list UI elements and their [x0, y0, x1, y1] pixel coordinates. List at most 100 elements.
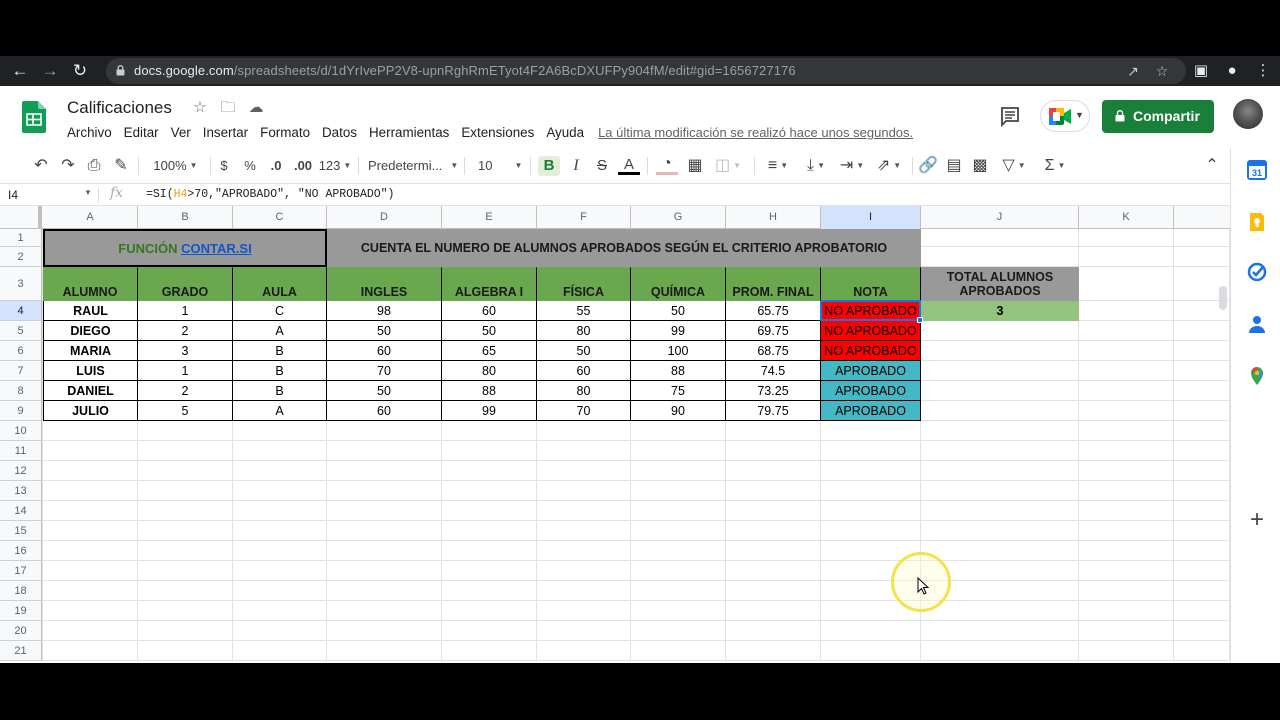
data-cell[interactable]: 1 [138, 301, 233, 321]
share-button[interactable]: Compartir [1102, 100, 1214, 133]
user-avatar[interactable] [1233, 99, 1263, 129]
filter-icon[interactable]: ▽ ▼ [997, 156, 1031, 176]
comment-history-icon[interactable] [999, 105, 1021, 127]
row-header-20[interactable]: 20 [0, 621, 42, 641]
data-cell[interactable]: 80 [537, 381, 631, 401]
row-header-4[interactable]: 4 [0, 301, 42, 321]
row-header-21[interactable]: 21 [0, 641, 42, 661]
menu-ver[interactable]: Ver [165, 124, 197, 142]
data-cell[interactable]: 98 [327, 301, 442, 321]
percent-button[interactable]: % [241, 156, 259, 176]
maps-icon[interactable] [1247, 366, 1267, 386]
side-panel-toggle-icon[interactable]: ▣ [1190, 60, 1212, 82]
data-cell[interactable]: 65 [442, 341, 537, 361]
column-title-8[interactable]: PROM. FINAL [726, 267, 821, 301]
data-cell[interactable]: 99 [442, 401, 537, 421]
text-rotation-icon[interactable]: ⇗ ▼ [872, 156, 906, 176]
share-page-icon[interactable]: ↗ [1124, 62, 1142, 80]
formula-input[interactable]: =SI(H4>70,"APROBADO", "NO APROBADO") [146, 188, 394, 201]
zoom-select[interactable]: 100% ▼ [148, 156, 203, 176]
data-cell[interactable]: 99 [631, 321, 726, 341]
data-cell[interactable]: 50 [537, 341, 631, 361]
column-header-h[interactable]: H [726, 206, 821, 229]
data-cell[interactable]: 1 [138, 361, 233, 381]
data-cell[interactable]: JULIO [43, 401, 138, 421]
column-title-2[interactable]: GRADO [138, 267, 233, 301]
row-header-9[interactable]: 9 [0, 401, 42, 421]
name-box-caret-icon[interactable]: ▼ [84, 188, 92, 197]
column-title-6[interactable]: FÍSICA [537, 267, 631, 301]
merge-cells-icon[interactable]: ◫ ▼ [711, 156, 745, 176]
font-select[interactable]: Predetermi... ▼ [368, 156, 458, 176]
font-size-select[interactable]: 10 ▼ [474, 156, 526, 176]
bookmark-star-icon[interactable]: ☆ [1153, 62, 1171, 80]
column-header-i[interactable]: I [821, 206, 921, 229]
menu-ayuda[interactable]: Ayuda [540, 124, 590, 142]
data-cell[interactable]: B [233, 361, 327, 381]
data-cell[interactable]: 60 [537, 361, 631, 381]
fill-handle[interactable] [917, 317, 923, 323]
data-cell[interactable]: 60 [327, 341, 442, 361]
collapse-menu-icon[interactable]: ⌃ [1202, 156, 1222, 176]
data-cell[interactable]: 2 [138, 381, 233, 401]
row-header-15[interactable]: 15 [0, 521, 42, 541]
data-cell[interactable]: 68.75 [726, 341, 821, 361]
document-title[interactable]: Calificaciones [67, 98, 172, 118]
strikethrough-button[interactable]: S [592, 156, 612, 176]
row-header-11[interactable]: 11 [0, 441, 42, 461]
data-cell[interactable]: 50 [327, 381, 442, 401]
row-header-3[interactable]: 3 [0, 267, 42, 301]
number-format-select[interactable]: 123 ▼ [318, 156, 352, 176]
data-cell[interactable]: MARIA [43, 341, 138, 361]
data-cell[interactable]: 80 [442, 361, 537, 381]
column-header-b[interactable]: B [138, 206, 233, 229]
move-folder-icon[interactable]: 🗀 [219, 99, 237, 117]
row-header-17[interactable]: 17 [0, 561, 42, 581]
title-function-link[interactable]: CONTAR.SI [181, 241, 252, 256]
column-title-7[interactable]: QUÍMICA [631, 267, 726, 301]
forward-arrow-icon[interactable]: → [39, 60, 61, 82]
vertical-scrollbar[interactable] [1219, 286, 1227, 310]
insert-chart-icon[interactable]: ▩ [970, 156, 990, 176]
insert-link-icon[interactable]: 🔗 [918, 156, 938, 176]
data-cell[interactable]: DANIEL [43, 381, 138, 401]
data-cell[interactable]: 65.75 [726, 301, 821, 321]
functions-icon[interactable]: Σ ▼ [1038, 156, 1072, 176]
data-cell[interactable]: 79.75 [726, 401, 821, 421]
cloud-saved-icon[interactable]: ☁ [247, 99, 265, 117]
column-header-c[interactable]: C [233, 206, 327, 229]
data-cell[interactable]: DIEGO [43, 321, 138, 341]
row-header-7[interactable]: 7 [0, 361, 42, 381]
column-header-d[interactable]: D [327, 206, 442, 229]
tasks-icon[interactable] [1247, 262, 1267, 282]
column-title-3[interactable]: AULA [233, 267, 327, 301]
sheets-logo-icon[interactable] [22, 101, 46, 133]
total-approved-header[interactable]: TOTAL ALUMNOS APROBADOS [921, 267, 1079, 301]
row-header-8[interactable]: 8 [0, 381, 42, 401]
row-header-1[interactable]: 1 [0, 229, 42, 247]
column-title-5[interactable]: ALGEBRA I [442, 267, 537, 301]
data-cell[interactable]: 73.25 [726, 381, 821, 401]
data-cell[interactable]: 60 [327, 401, 442, 421]
nota-cell[interactable]: APROBADO [821, 361, 921, 381]
borders-icon[interactable]: ▦ [684, 156, 706, 176]
meet-button[interactable]: ▼ [1040, 100, 1090, 132]
nota-cell[interactable]: NO APROBADO [821, 301, 921, 321]
star-icon[interactable]: ☆ [191, 99, 209, 117]
row-header-14[interactable]: 14 [0, 501, 42, 521]
menu-editar[interactable]: Editar [118, 124, 165, 142]
data-cell[interactable]: 70 [537, 401, 631, 421]
data-cell[interactable]: A [233, 401, 327, 421]
menu-formato[interactable]: Formato [254, 124, 316, 142]
data-cell[interactable]: 70 [327, 361, 442, 381]
redo-icon[interactable]: ↷ [58, 156, 78, 176]
row-header-5[interactable]: 5 [0, 321, 42, 341]
data-cell[interactable]: B [233, 381, 327, 401]
data-cell[interactable]: 100 [631, 341, 726, 361]
data-cell[interactable]: B [233, 341, 327, 361]
total-approved-value[interactable]: 3 [921, 301, 1079, 321]
column-title-4[interactable]: INGLES [327, 267, 442, 301]
column-header-g[interactable]: G [631, 206, 726, 229]
nota-cell[interactable]: NO APROBADO [821, 341, 921, 361]
horizontal-align-icon[interactable]: ≡ ▼ [762, 156, 794, 176]
